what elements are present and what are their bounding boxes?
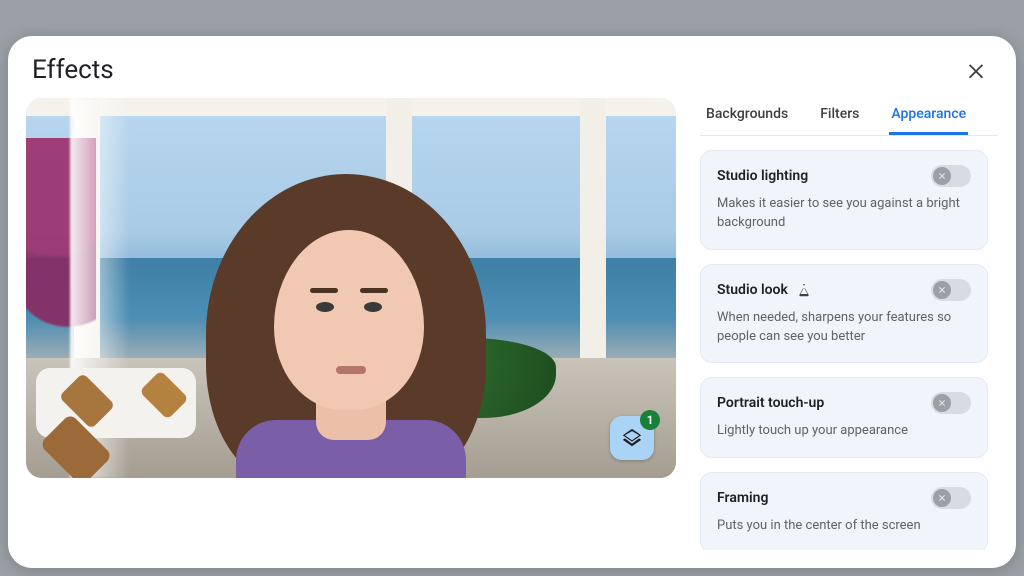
video-preview: 1 bbox=[26, 98, 676, 478]
toggle-framing[interactable] bbox=[931, 487, 971, 509]
preview-person-eye bbox=[364, 302, 382, 312]
toggle-off-x-icon bbox=[936, 284, 948, 296]
preview-person bbox=[166, 170, 526, 478]
toggle-knob bbox=[933, 394, 951, 412]
toggle-studio-look[interactable] bbox=[931, 279, 971, 301]
preview-person-face bbox=[274, 230, 424, 410]
toggle-knob bbox=[933, 167, 951, 185]
option-description: When needed, sharpens your features so p… bbox=[717, 309, 971, 347]
option-framing: Framing Puts you in the center of the sc… bbox=[700, 472, 988, 550]
preview-person-mouth bbox=[336, 366, 366, 374]
option-header: Portrait touch-up bbox=[717, 392, 971, 414]
tab-backgrounds[interactable]: Backgrounds bbox=[704, 98, 790, 135]
toggle-knob bbox=[933, 489, 951, 507]
option-title-wrap: Studio look bbox=[717, 282, 812, 298]
close-icon bbox=[965, 59, 987, 81]
toggle-studio-lighting[interactable] bbox=[931, 165, 971, 187]
flask-experimental-icon bbox=[796, 282, 812, 298]
option-portrait-touch-up: Portrait touch-up Lightly touch up your … bbox=[700, 377, 988, 458]
option-title: Studio look bbox=[717, 282, 788, 298]
option-header: Studio look bbox=[717, 279, 971, 301]
option-description: Makes it easier to see you against a bri… bbox=[717, 195, 971, 233]
preview-scene-pillar bbox=[580, 98, 606, 358]
applied-effects-chip[interactable]: 1 bbox=[610, 416, 654, 460]
preview-person-brow bbox=[360, 288, 388, 293]
toggle-off-x-icon bbox=[936, 170, 948, 182]
toggle-off-x-icon bbox=[936, 397, 948, 409]
option-description: Puts you in the center of the screen bbox=[717, 517, 971, 536]
preview-person-brow bbox=[310, 288, 338, 293]
layers-icon bbox=[621, 427, 643, 449]
close-button[interactable] bbox=[960, 54, 992, 86]
effects-tabs: Backgrounds Filters Appearance bbox=[700, 98, 998, 136]
tab-appearance[interactable]: Appearance bbox=[889, 98, 968, 135]
option-studio-look: Studio look When needed, sharpens your f… bbox=[700, 264, 988, 364]
preview-person-eye bbox=[316, 302, 334, 312]
toggle-knob bbox=[933, 281, 951, 299]
option-title-wrap: Portrait touch-up bbox=[717, 395, 824, 411]
appearance-options-list[interactable]: Studio lighting Makes it easier to see y… bbox=[700, 150, 998, 550]
toggle-portrait-touch-up[interactable] bbox=[931, 392, 971, 414]
option-title-wrap: Framing bbox=[717, 490, 768, 506]
option-header: Studio lighting bbox=[717, 165, 971, 187]
option-title: Studio lighting bbox=[717, 168, 808, 184]
option-title-wrap: Studio lighting bbox=[717, 168, 808, 184]
option-studio-lighting: Studio lighting Makes it easier to see y… bbox=[700, 150, 988, 250]
option-title: Framing bbox=[717, 490, 768, 506]
panel-title: Effects bbox=[32, 55, 114, 85]
panel-content: 1 Backgrounds Filters Appearance Studio … bbox=[8, 98, 1016, 568]
option-title: Portrait touch-up bbox=[717, 395, 824, 411]
effects-panel: Effects bbox=[8, 36, 1016, 568]
applied-effects-count-badge: 1 bbox=[640, 410, 660, 430]
toggle-off-x-icon bbox=[936, 492, 948, 504]
option-header: Framing bbox=[717, 487, 971, 509]
panel-header: Effects bbox=[8, 36, 1016, 98]
effects-sidebar: Backgrounds Filters Appearance Studio li… bbox=[700, 98, 998, 550]
option-description: Lightly touch up your appearance bbox=[717, 422, 971, 441]
tab-filters[interactable]: Filters bbox=[818, 98, 861, 135]
